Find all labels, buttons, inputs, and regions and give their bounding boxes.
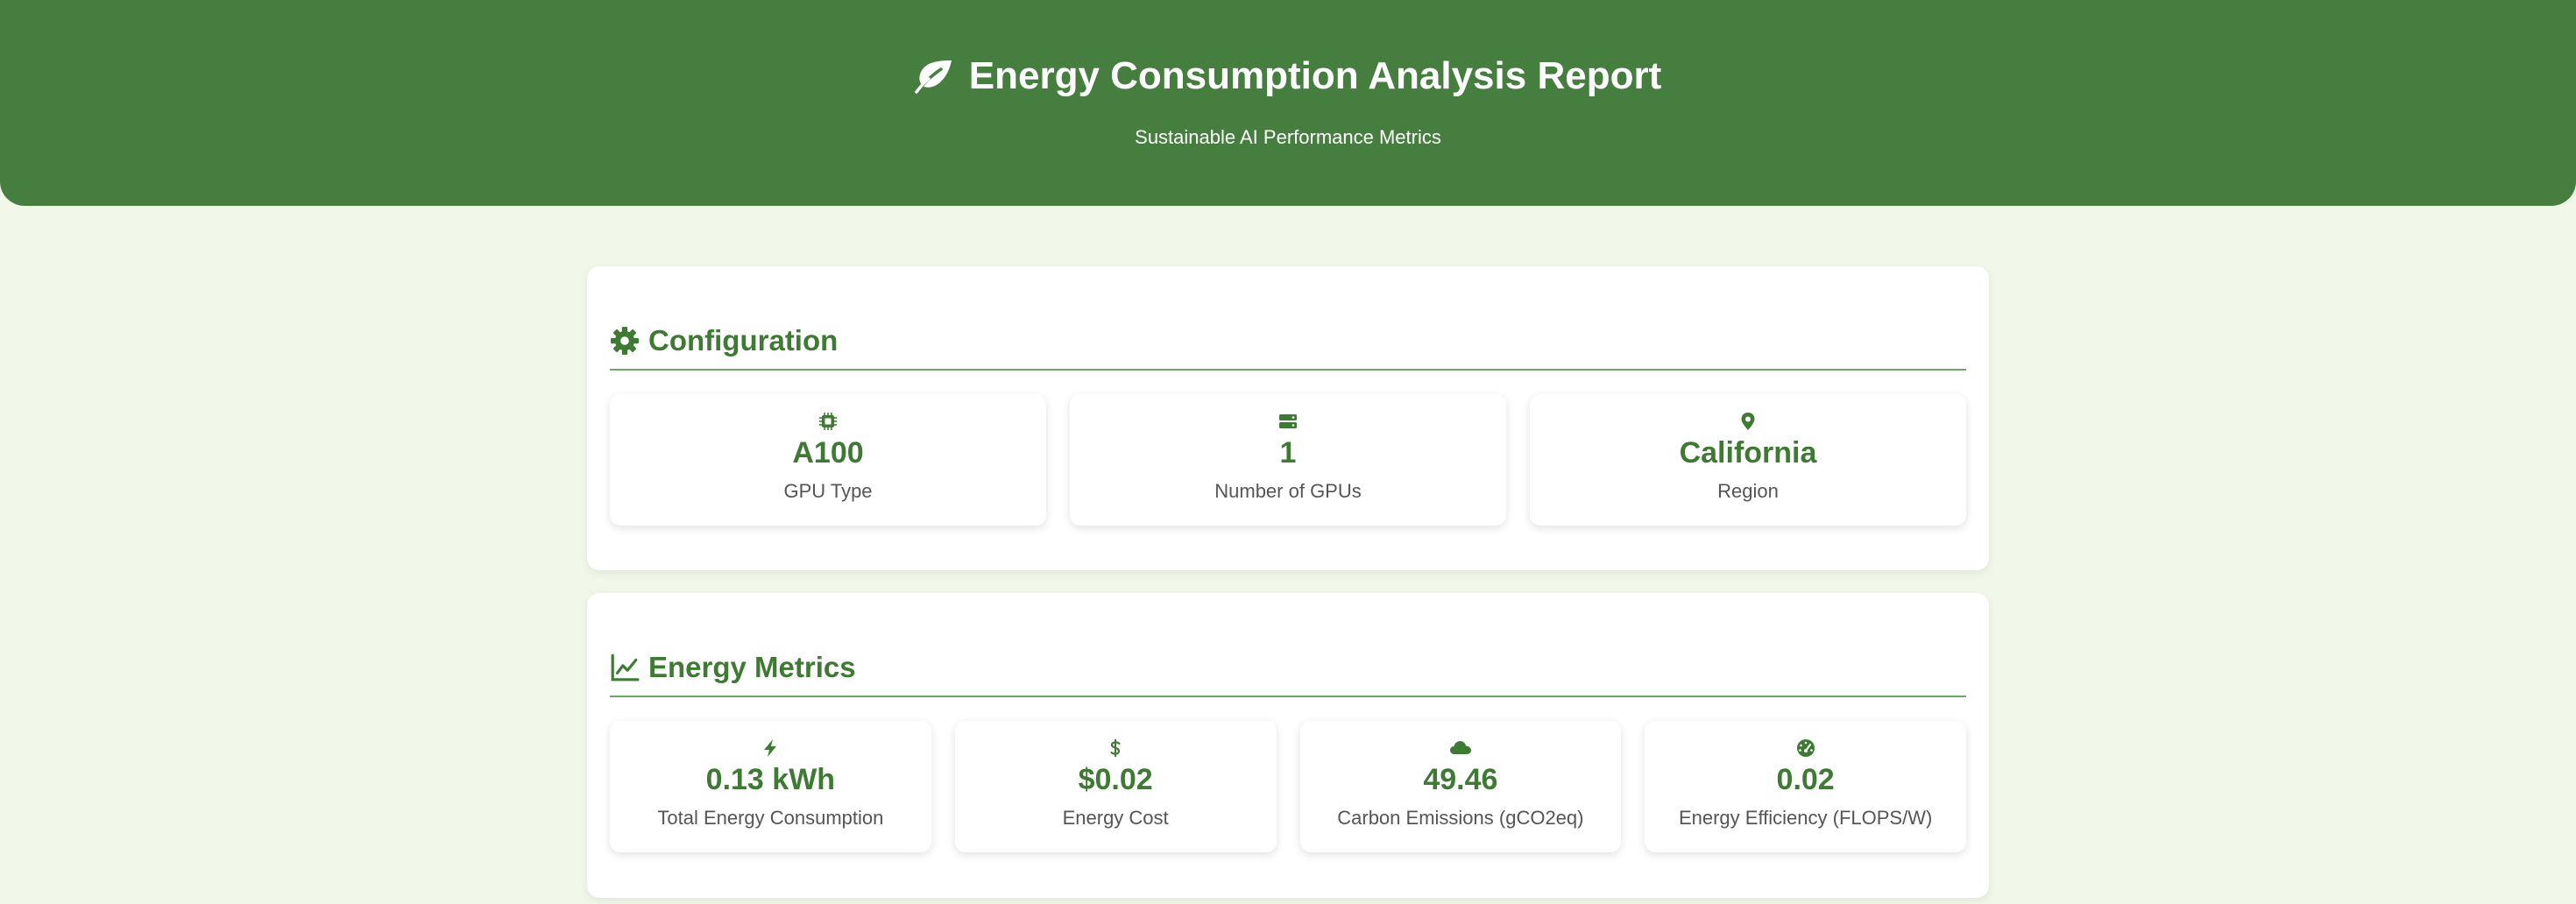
region-value: California — [1679, 436, 1817, 470]
page-subtitle: Sustainable AI Performance Metrics — [1135, 126, 1441, 148]
section-divider — [610, 369, 1966, 371]
configuration-title: Configuration — [648, 324, 839, 357]
map-pin-icon — [1530, 412, 1966, 431]
total-energy-label: Total Energy Consumption — [657, 807, 884, 829]
gpu-count-card: 1 Number of GPUs — [1070, 394, 1506, 526]
region-label: Region — [1717, 480, 1779, 502]
gpu-type-value: A100 — [792, 436, 864, 470]
configuration-cards: A100 GPU Type 1 Number of GPUs Californi… — [610, 394, 1966, 526]
configuration-heading: Configuration — [610, 324, 838, 357]
leaf-icon — [915, 59, 953, 94]
gauge-icon — [1645, 738, 1966, 758]
energy-metrics-cards: 0.13 kWh Total Energy Consumption $0.02 … — [610, 721, 1966, 852]
microchip-icon — [610, 412, 1046, 431]
carbon-emissions-card: 49.46 Carbon Emissions (gCO2eq) — [1299, 721, 1622, 852]
energy-metrics-heading: Energy Metrics — [610, 651, 856, 684]
energy-cost-card: $0.02 Energy Cost — [954, 721, 1277, 852]
line-chart-icon — [610, 653, 640, 682]
carbon-emissions-value: 49.46 — [1423, 763, 1498, 796]
gpu-type-label: GPU Type — [783, 480, 873, 502]
energy-efficiency-card: 0.02 Energy Efficiency (FLOPS/W) — [1645, 721, 1966, 852]
server-icon — [1070, 412, 1506, 431]
total-energy-card: 0.13 kWh Total Energy Consumption — [610, 721, 931, 852]
energy-cost-label: Energy Cost — [1062, 807, 1169, 829]
energy-metrics-title: Energy Metrics — [648, 651, 856, 683]
region-card: California Region — [1530, 394, 1966, 526]
energy-efficiency-value: 0.02 — [1776, 763, 1835, 796]
page-title: Energy Consumption Analysis Report — [968, 54, 1662, 97]
dollar-icon — [955, 738, 1277, 758]
bolt-icon — [610, 738, 931, 758]
gpu-type-card: A100 GPU Type — [610, 394, 1046, 526]
total-energy-value: 0.13 kWh — [705, 763, 836, 796]
energy-efficiency-label: Energy Efficiency (FLOPS/W) — [1678, 807, 1933, 829]
gpu-count-label: Number of GPUs — [1214, 480, 1362, 502]
header-title-row: Energy Consumption Analysis Report — [0, 54, 2576, 98]
cloud-icon — [1300, 738, 1622, 758]
report-header: Energy Consumption Analysis Report Susta… — [0, 0, 2576, 206]
energy-metrics-section: Energy Metrics 0.13 kWh Total Energy Con… — [587, 593, 1989, 898]
section-divider — [610, 696, 1966, 697]
configuration-section: Configuration A100 GPU Type 1 Number of … — [587, 266, 1989, 570]
gpu-count-value: 1 — [1279, 436, 1297, 470]
gear-icon — [610, 326, 640, 356]
energy-cost-value: $0.02 — [1078, 763, 1153, 796]
carbon-emissions-label: Carbon Emissions (gCO2eq) — [1337, 807, 1584, 829]
